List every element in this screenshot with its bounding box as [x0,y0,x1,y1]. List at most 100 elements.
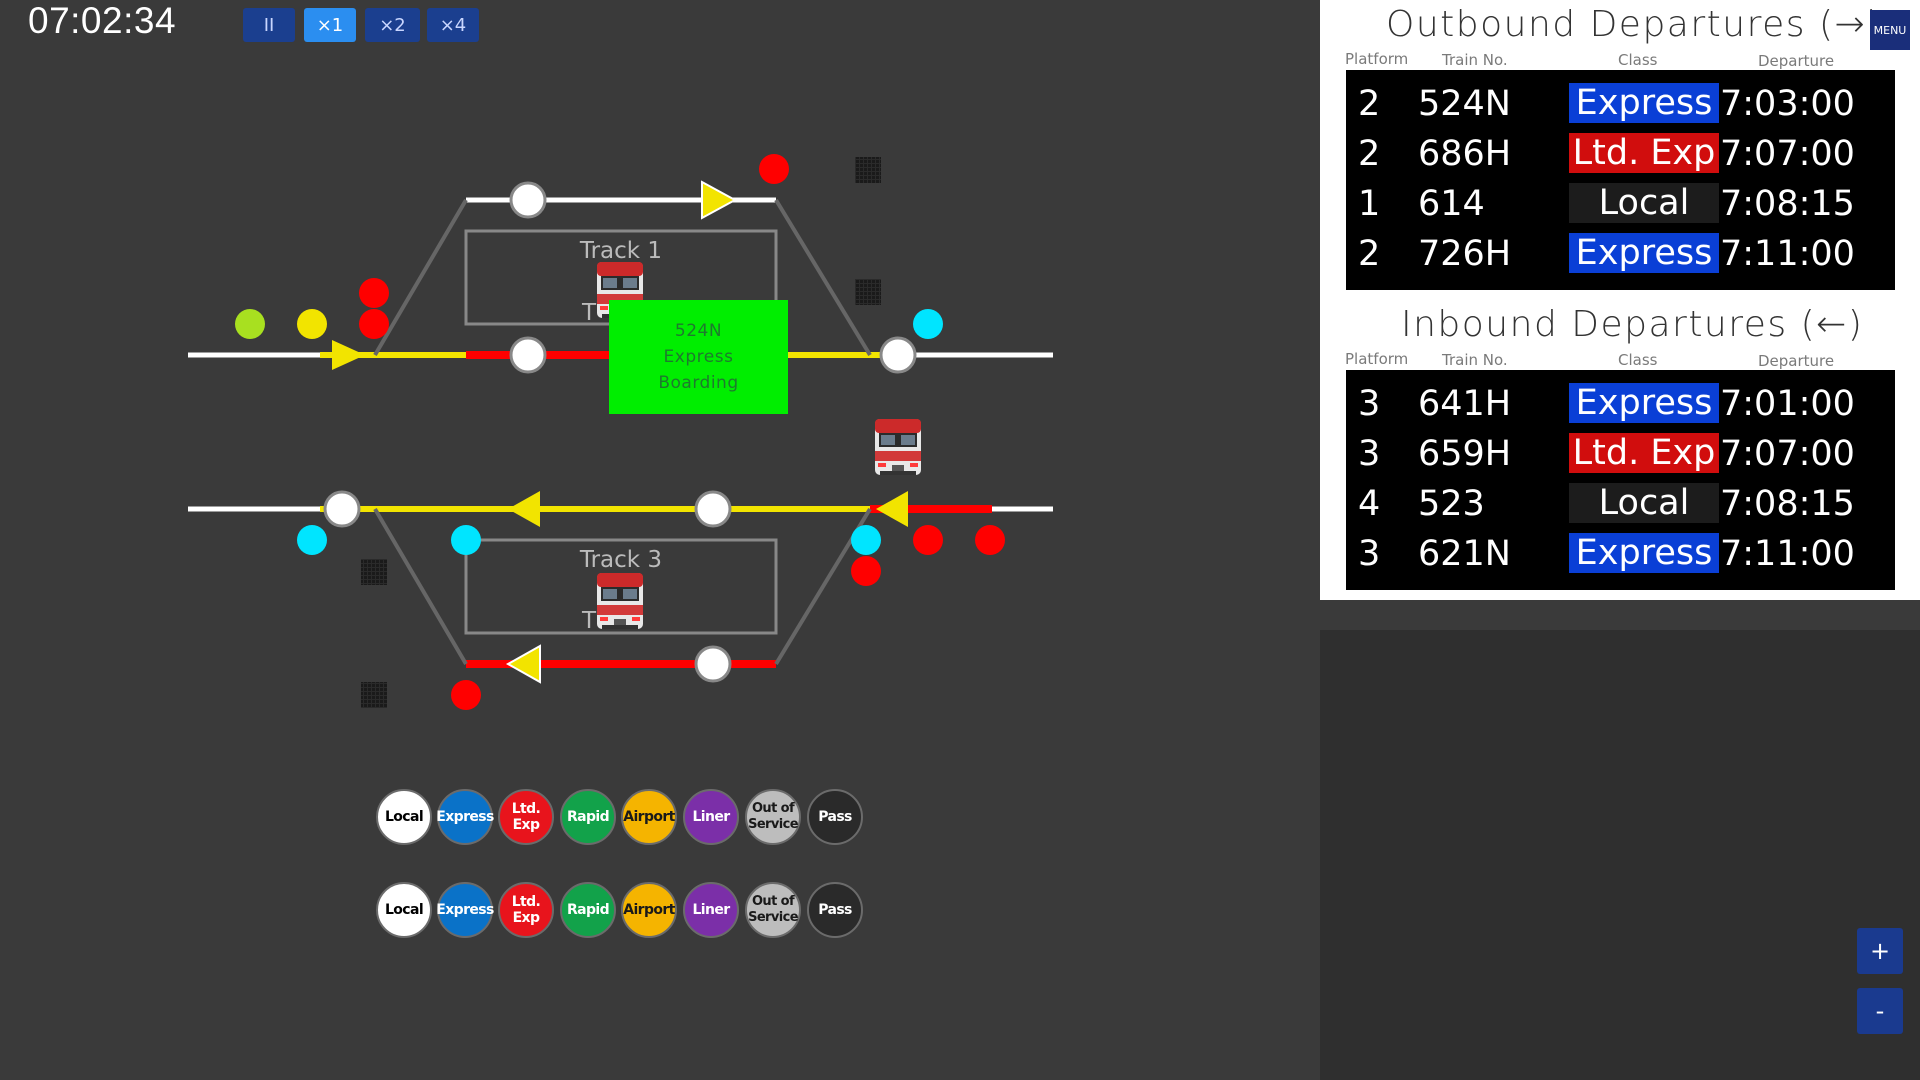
signal-lamp [297,309,327,339]
boarding-class: Express [663,347,734,367]
legend-local-button[interactable]: Local [376,789,432,845]
info-panel [1320,630,1920,1080]
outbound-row-class: Express [1569,233,1719,273]
col-class: Class [1618,51,1658,69]
outbound-row: 2 686H Ltd. Exp 7:07:00 [1346,128,1895,178]
outbound-row-departure: 7:08:15 [1720,184,1855,224]
track2-label-partial: T [581,300,597,326]
legend-liner-button[interactable]: Liner [683,789,739,845]
outbound-row-departure: 7:11:00 [1720,234,1855,274]
signal-lamp [913,309,943,339]
down-entry-arrow [876,491,908,527]
track4-direction-arrow [505,644,541,684]
legend-ltd-exp-button[interactable]: Ltd. Exp [498,882,554,938]
outbound-row-platform: 2 [1358,234,1381,274]
col-train-no: Train No. [1442,51,1508,69]
legend-express-button[interactable]: Express [436,789,494,845]
col-platform: Platform [1345,350,1409,368]
zoom-in-button[interactable]: + [1857,928,1903,974]
outbound-row-platform: 2 [1358,134,1381,174]
legend-pass-button[interactable]: Pass [807,789,863,845]
signal-lamp [851,556,881,586]
legend-out-of-service-button[interactable]: Out of Service [745,882,801,938]
outbound-row-platform: 2 [1358,84,1381,124]
boarding-status: Boarding [658,373,739,393]
shunt-marker [361,682,387,708]
track1-direction-arrow [701,180,738,220]
inbound-board: 3 641H Express 7:01:00 3 659H Ltd. Exp 7:07:00 4… [1346,370,1895,590]
outbound-row-train: 726H [1418,234,1512,274]
legend-airport-button[interactable]: Airport [621,789,677,845]
inbound-row-platform: 3 [1358,534,1381,574]
switch-node [509,181,547,219]
legend-local-button[interactable]: Local [376,882,432,938]
signal-lamp [297,525,327,555]
inbound-row-train: 523 [1418,484,1485,524]
legend-liner-button[interactable]: Liner [683,882,739,938]
shunt-marker [855,279,881,305]
track1-left-diagonal [373,198,468,357]
legend-out-of-service-button[interactable]: Out of Service [745,789,801,845]
inbound-title: Inbound Departures (←) [1401,304,1864,345]
inbound-row-class: Express [1569,383,1719,423]
track1-label: Track 1 [579,238,662,264]
inbound-row-departure: 7:08:15 [1720,484,1855,524]
legend-pass-button[interactable]: Pass [807,882,863,938]
menu-button[interactable]: MENU [1870,10,1910,50]
signal-lamp [759,154,789,184]
switch-node [694,490,732,528]
col-departure: Departure [1758,352,1835,370]
outbound-row-departure: 7:03:00 [1720,84,1855,124]
signal-lamp [359,309,389,339]
switch-node [879,336,917,374]
inbound-row: 3 641H Express 7:01:00 [1346,378,1895,428]
col-platform: Platform [1345,50,1409,68]
signal-lamp [451,525,481,555]
outbound-row-train: 524N [1418,84,1511,124]
outbound-row-class: Local [1569,183,1719,223]
outbound-row: 2 524N Express 7:03:00 [1346,78,1895,128]
inbound-row-platform: 3 [1358,434,1381,474]
zoom-out-button[interactable]: - [1857,988,1903,1034]
inbound-row: 3 659H Ltd. Exp 7:07:00 [1346,428,1895,478]
outbound-row-train: 614 [1418,184,1485,224]
col-train-no: Train No. [1442,351,1508,369]
inbound-row: 4 523 Local 7:08:15 [1346,478,1895,528]
outbound-row-class: Ltd. Exp [1569,133,1719,173]
inbound-row-train: 641H [1418,384,1512,424]
outbound-row-departure: 7:07:00 [1720,134,1855,174]
legend-rapid-button[interactable]: Rapid [560,882,616,938]
switch-node [694,645,732,683]
inbound-row: 3 621N Express 7:11:00 [1346,528,1895,578]
up-direction-arrow [332,340,365,370]
inbound-row-train: 659H [1418,434,1512,474]
outbound-row: 1 614 Local 7:08:15 [1346,178,1895,228]
legend-rapid-button[interactable]: Rapid [560,789,616,845]
inbound-row-class: Ltd. Exp [1569,433,1719,473]
shunt-marker [361,559,387,585]
switch-node [323,490,361,528]
shunt-marker [855,157,881,183]
legend-express-button[interactable]: Express [436,882,494,938]
legend-airport-button[interactable]: Airport [621,882,677,938]
outbound-board: 2 524N Express 7:03:00 2 686H Ltd. Exp 7:07:00 1… [1346,70,1895,290]
inbound-row-platform: 4 [1358,484,1381,524]
signal-lamp [235,309,265,339]
legend-ltd-exp-button[interactable]: Ltd. Exp [498,789,554,845]
down-direction-arrow [508,491,540,527]
track1-right-diagonal [774,198,872,357]
track3-label: Track 3 [579,547,662,573]
inbound-row-departure: 7:01:00 [1720,384,1855,424]
col-departure: Departure [1758,52,1835,70]
app-root: 07:02:34 II ×1 ×2 ×4 Track 1 T Track 3 T… [0,0,1920,1080]
signal-lamp [359,278,389,308]
boarding-popup: 524N Express Boarding [609,300,788,414]
inbound-row-class: Local [1569,483,1719,523]
outbound-title: Outbound Departures (→) [1386,4,1882,45]
outbound-row-train: 686H [1418,134,1512,174]
col-class: Class [1618,351,1658,369]
switch-node [509,336,547,374]
inbound-row-class: Express [1569,533,1719,573]
inbound-row-departure: 7:11:00 [1720,534,1855,574]
boarding-train: 524N [674,321,723,341]
